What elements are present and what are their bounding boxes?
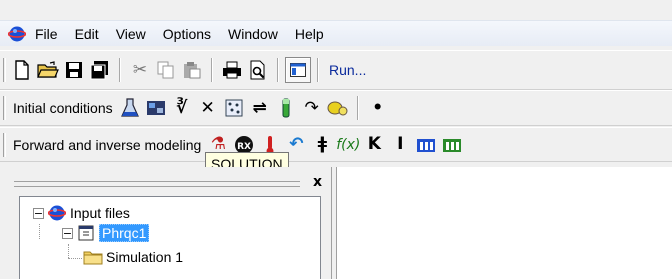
toolbar-separator — [317, 58, 319, 82]
dot-icon[interactable]: • — [365, 95, 391, 121]
print-icon[interactable] — [219, 57, 245, 83]
tree-view-toggle-icon[interactable] — [285, 57, 311, 83]
inverse-icon[interactable] — [439, 132, 465, 158]
standard-toolbar: ✂ Run... — [0, 50, 672, 90]
menu-help[interactable]: Help — [287, 22, 333, 46]
initial-conditions-toolbar: Initial conditions ∛ ✕ ⇌ ↷ • — [0, 90, 672, 126]
run-button[interactable]: Run... — [325, 62, 366, 78]
panel-close-button[interactable]: x — [313, 174, 322, 190]
tree-panel: x − Input files − Phrqc1 Simulation 1 — [0, 167, 332, 279]
menu-options[interactable]: Options — [155, 22, 220, 46]
input-file-icon — [76, 224, 96, 242]
tree-node-input-files[interactable]: − Input files — [33, 203, 130, 223]
toolbar-separator — [211, 58, 213, 82]
tree-node-label: Input files — [70, 205, 130, 221]
open-folder-icon[interactable] — [35, 57, 61, 83]
menu-view[interactable]: View — [108, 22, 155, 46]
menu-edit[interactable]: Edit — [67, 22, 108, 46]
fx-icon[interactable]: f(x) — [335, 132, 361, 158]
copy-icon[interactable] — [153, 57, 179, 83]
tree-node-label: Simulation 1 — [106, 249, 184, 265]
tree-node-label: Phrqc1 — [99, 224, 150, 242]
phreeqc-globe-icon[interactable] — [8, 25, 26, 43]
i-icon[interactable]: I — [387, 132, 413, 158]
svg-text:RX: RX — [237, 142, 251, 152]
reaction-icon[interactable]: ↷ — [299, 95, 325, 121]
toolbar-grip[interactable] — [3, 58, 6, 82]
menu-bar: File Edit View Options Window Help — [0, 20, 672, 46]
menu-window[interactable]: Window — [220, 22, 287, 46]
toolbar-separator — [356, 96, 359, 120]
collapse-expander[interactable]: − — [62, 227, 73, 239]
collapse-expander[interactable]: − — [33, 207, 44, 219]
tree-node-phrqc1[interactable]: − Phrqc1 — [62, 223, 150, 243]
save-all-icon[interactable] — [87, 57, 113, 83]
file-tree: − Input files − Phrqc1 Simulation 1 — [19, 196, 321, 279]
toolbar-separator — [277, 58, 279, 82]
k-icon[interactable]: K — [361, 132, 387, 158]
toolbar-grip[interactable] — [3, 96, 6, 120]
phreeqc-globe-icon — [47, 204, 67, 222]
print-preview-icon[interactable] — [245, 57, 271, 83]
forward-inverse-toolbar: Forward and inverse modeling ⚗ RX ↶ ǂ f(… — [0, 127, 672, 162]
equilibrium-phases-icon[interactable] — [143, 95, 169, 121]
forward-inverse-label: Forward and inverse modeling — [13, 136, 202, 153]
folder-icon — [83, 248, 103, 266]
initial-conditions-label: Initial conditions — [13, 100, 113, 116]
advection-icon[interactable] — [413, 132, 439, 158]
panel-grip[interactable] — [14, 181, 300, 187]
surface-icon[interactable]: ✕ — [195, 95, 221, 121]
solution-flask-icon[interactable] — [117, 95, 143, 121]
paste-icon[interactable] — [179, 57, 205, 83]
save-icon[interactable] — [61, 57, 87, 83]
menu-file[interactable]: File — [27, 22, 67, 46]
kinetics-icon[interactable] — [273, 95, 299, 121]
toolbar-grip[interactable] — [3, 132, 6, 157]
cut-icon[interactable]: ✂ — [127, 57, 153, 83]
new-document-icon[interactable] — [9, 57, 35, 83]
transport-icon[interactable]: ǂ — [309, 132, 335, 158]
mix-icon[interactable] — [325, 95, 351, 121]
gas-phase-icon[interactable] — [221, 95, 247, 121]
solid-solutions-icon[interactable]: ⇌ — [247, 95, 273, 121]
toolbar-separator — [119, 58, 121, 82]
document-area[interactable] — [336, 167, 672, 279]
tree-node-simulation-1[interactable]: Simulation 1 — [83, 247, 183, 267]
exchange-icon[interactable]: ∛ — [169, 95, 195, 121]
